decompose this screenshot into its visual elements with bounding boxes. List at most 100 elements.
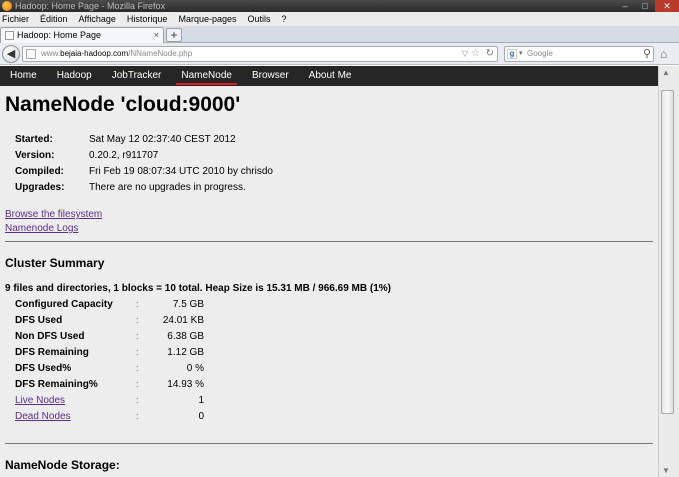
namenode-storage-heading: NameNode Storage: [5, 458, 120, 472]
stat-label: Configured Capacity [15, 299, 113, 310]
info-label: Upgrades: [15, 182, 65, 193]
tab-bar: Hadoop: Home Page × + [0, 26, 679, 43]
url-path: /NNameNode.php [128, 49, 193, 58]
menu-historique[interactable]: Historique [127, 14, 168, 24]
table-row: DFS Remaining% : 14.93 % [15, 378, 215, 394]
site-nav-about-me[interactable]: About Me [299, 66, 362, 86]
tab-title: Hadoop: Home Page [17, 30, 102, 40]
info-value: 0.20.2, r911707 [89, 150, 159, 161]
info-label: Started: [15, 134, 53, 145]
menu-bar: Fichier Édition Affichage Historique Mar… [0, 12, 679, 26]
search-engine-dropdown-icon[interactable]: ▾ [519, 49, 523, 57]
info-value: Sat May 12 02:37:40 CEST 2012 [89, 134, 236, 145]
site-navbar: Home Hadoop JobTracker NameNode Browser … [0, 66, 658, 86]
google-engine-icon[interactable]: g [507, 49, 517, 59]
stat-label: DFS Used [15, 315, 63, 326]
stat-colon: : [136, 363, 139, 373]
stat-value: 6.38 GB [167, 331, 204, 342]
scroll-down-icon[interactable]: ▼ [662, 466, 670, 475]
stat-value: 1.12 GB [167, 347, 204, 358]
scrollbar-thumb[interactable] [661, 90, 674, 414]
reload-icon[interactable]: ↻ [486, 48, 494, 59]
info-value: Fri Feb 19 08:07:34 UTC 2010 by chrisdo [89, 166, 273, 177]
search-input[interactable]: Google [527, 49, 553, 58]
site-nav-jobtracker[interactable]: JobTracker [102, 66, 172, 86]
url-domain: bejaia-hadoop.com [60, 49, 129, 58]
menu-help[interactable]: ? [282, 14, 287, 24]
page-favicon-icon [5, 31, 14, 40]
window-title: Hadoop: Home Page - Mozilla Firefox [15, 1, 166, 11]
table-row: DFS Used% : 0 % [15, 362, 215, 378]
menu-marque-pages[interactable]: Marque-pages [178, 14, 236, 24]
page-body: NameNode 'cloud:9000' Started: Sat May 1… [0, 86, 658, 477]
table-row: Live Nodes : 1 [15, 394, 215, 410]
new-tab-button[interactable]: + [166, 28, 182, 42]
table-row: DFS Remaining : 1.12 GB [15, 346, 215, 362]
live-nodes-link[interactable]: Live Nodes [15, 395, 65, 406]
page-title: NameNode 'cloud:9000' [5, 93, 241, 116]
stat-value: 0 [198, 411, 204, 422]
stat-colon: : [136, 315, 139, 325]
stat-label: Non DFS Used [15, 331, 85, 342]
browse-filesystem-link[interactable]: Browse the filesystem [5, 209, 102, 220]
stat-value: 24.01 KB [162, 315, 204, 326]
title-bar: Hadoop: Home Page - Mozilla Firefox – □ … [0, 0, 679, 12]
site-nav-namenode[interactable]: NameNode [171, 66, 242, 86]
menu-outils[interactable]: Outils [248, 14, 271, 24]
menu-edition[interactable]: Édition [40, 14, 68, 24]
info-row: Started: Sat May 12 02:37:40 CEST 2012 [15, 133, 415, 149]
table-row: Dead Nodes : 0 [15, 410, 215, 426]
namenode-info: Started: Sat May 12 02:37:40 CEST 2012 V… [15, 133, 415, 197]
stat-colon: : [136, 347, 139, 357]
browser-window: Hadoop: Home Page - Mozilla Firefox – □ … [0, 0, 679, 477]
cluster-summary-text: 9 files and directories, 1 blocks = 10 t… [5, 283, 391, 294]
search-bar[interactable]: g ▾ Google ⚲ [504, 46, 654, 62]
minimize-button[interactable]: – [615, 0, 635, 12]
tab-close-icon[interactable]: × [154, 30, 159, 40]
divider [5, 241, 653, 242]
stat-value: 1 [198, 395, 204, 406]
stat-colon: : [136, 299, 139, 309]
cluster-stats-table: Configured Capacity : 7.5 GB DFS Used : … [15, 298, 215, 426]
menu-affichage[interactable]: Affichage [79, 14, 116, 24]
info-row: Version: 0.20.2, r911707 [15, 149, 415, 165]
back-button[interactable]: ◀ [2, 45, 20, 63]
vertical-scrollbar[interactable]: ▲ ▼ [658, 66, 679, 477]
stat-value: 14.93 % [167, 379, 204, 390]
table-row: Non DFS Used : 6.38 GB [15, 330, 215, 346]
site-nav-hadoop[interactable]: Hadoop [47, 66, 102, 86]
table-row: Configured Capacity : 7.5 GB [15, 298, 215, 314]
site-nav-home[interactable]: Home [0, 66, 47, 86]
url-bar[interactable]: www.bejaia-hadoop.com/NNameNode.php ▽ ☆ … [22, 46, 498, 62]
firefox-logo-icon [2, 1, 12, 11]
search-magnifier-icon[interactable]: ⚲ [643, 47, 651, 60]
info-row: Upgrades: There are no upgrades in progr… [15, 181, 415, 197]
stat-label: DFS Used% [15, 363, 72, 374]
site-identity-icon[interactable] [26, 49, 36, 59]
url-dropdown-icon[interactable]: ▽ [462, 49, 468, 58]
info-label: Compiled: [15, 166, 64, 177]
stat-label: DFS Remaining% [15, 379, 98, 390]
dead-nodes-link[interactable]: Dead Nodes [15, 411, 71, 422]
close-window-button[interactable]: ✕ [655, 0, 679, 12]
bookmark-star-icon[interactable]: ☆ [471, 48, 480, 59]
scroll-up-icon[interactable]: ▲ [662, 68, 670, 77]
url-host: www. [41, 49, 61, 58]
stat-label: DFS Remaining [15, 347, 89, 358]
cluster-summary-heading: Cluster Summary [5, 256, 105, 270]
stat-value: 7.5 GB [172, 299, 204, 310]
navigation-toolbar: ◀ www.bejaia-hadoop.com/NNameNode.php ▽ … [0, 43, 679, 65]
menu-fichier[interactable]: Fichier [2, 14, 29, 24]
namenode-logs-link[interactable]: Namenode Logs [5, 223, 78, 234]
home-icon[interactable]: ⌂ [660, 47, 667, 61]
info-value: There are no upgrades in progress. [89, 182, 246, 193]
url-text: www.bejaia-hadoop.com/NNameNode.php [41, 49, 192, 58]
maximize-button[interactable]: □ [635, 0, 655, 12]
back-arrow-icon: ◀ [6, 48, 16, 60]
page-viewport: Home Hadoop JobTracker NameNode Browser … [0, 66, 658, 477]
tab-hadoop-home[interactable]: Hadoop: Home Page × [0, 27, 164, 43]
site-nav-browser[interactable]: Browser [242, 66, 299, 86]
stat-colon: : [136, 331, 139, 341]
info-row: Compiled: Fri Feb 19 08:07:34 UTC 2010 b… [15, 165, 415, 181]
stat-colon: : [136, 379, 139, 389]
